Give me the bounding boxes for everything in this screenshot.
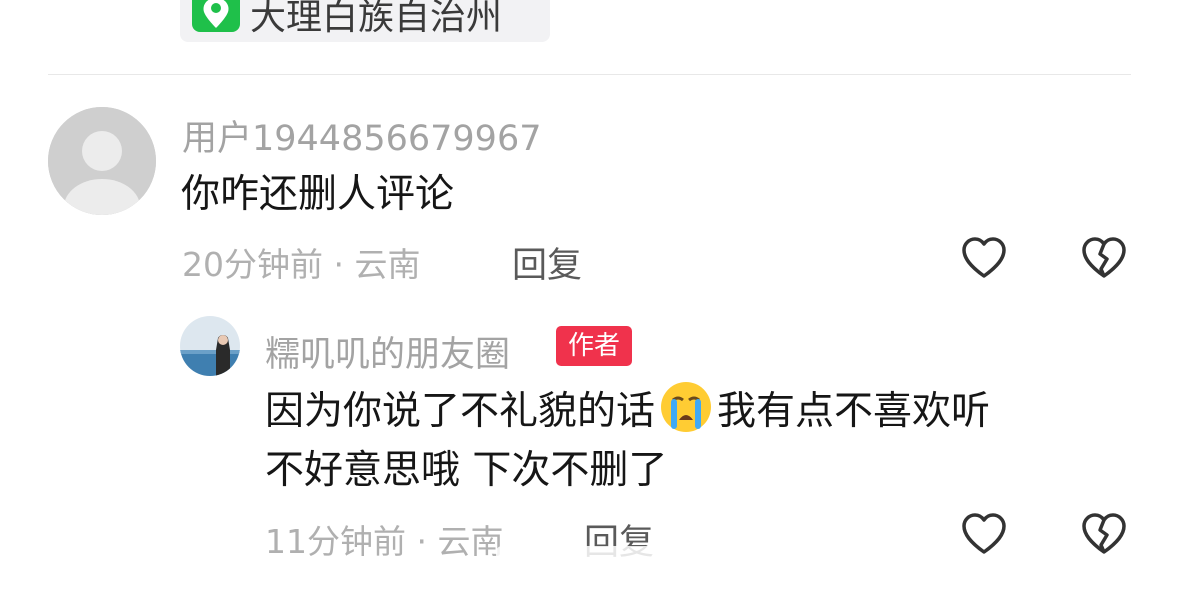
profile-photo bbox=[180, 316, 240, 376]
default-avatar-icon bbox=[48, 107, 156, 215]
divider bbox=[48, 74, 1131, 75]
avatar[interactable] bbox=[48, 107, 156, 215]
location-label: 大理白族自治州 bbox=[250, 0, 503, 38]
comment-text: 你咋还删人评论 bbox=[181, 172, 455, 217]
author-badge: 作者 bbox=[556, 326, 633, 366]
heart-outline-icon[interactable] bbox=[960, 510, 1008, 558]
location-pin-icon bbox=[192, 0, 240, 32]
reply-text-part2: 我有点不喜欢听 bbox=[717, 389, 991, 434]
reply-username[interactable]: 糯叽叽的朋友圈 bbox=[265, 326, 510, 377]
comment-meta: 20分钟前 · 云南 bbox=[182, 245, 421, 284]
comment-username[interactable]: 用户1944856679967 bbox=[182, 110, 542, 161]
reply-meta: 11分钟前 · 云南 bbox=[265, 522, 504, 561]
broken-heart-icon[interactable] bbox=[1080, 510, 1128, 558]
reply-avatar[interactable] bbox=[180, 316, 240, 376]
location-chip[interactable]: 大理白族自治州 bbox=[180, 0, 550, 42]
reply-text-line1: 因为你说了不礼貌的话 我有点不喜欢听 bbox=[265, 380, 990, 443]
watermark-overlay bbox=[496, 546, 680, 578]
reply-text-line2: 不好意思哦 下次不删了 bbox=[265, 448, 668, 493]
broken-heart-icon[interactable] bbox=[1080, 234, 1128, 282]
heart-outline-icon[interactable] bbox=[960, 234, 1008, 282]
reply-text-part1: 因为你说了不礼貌的话 bbox=[265, 389, 656, 434]
reply-button[interactable]: 回复 bbox=[512, 237, 582, 288]
crying-face-emoji bbox=[661, 382, 712, 432]
